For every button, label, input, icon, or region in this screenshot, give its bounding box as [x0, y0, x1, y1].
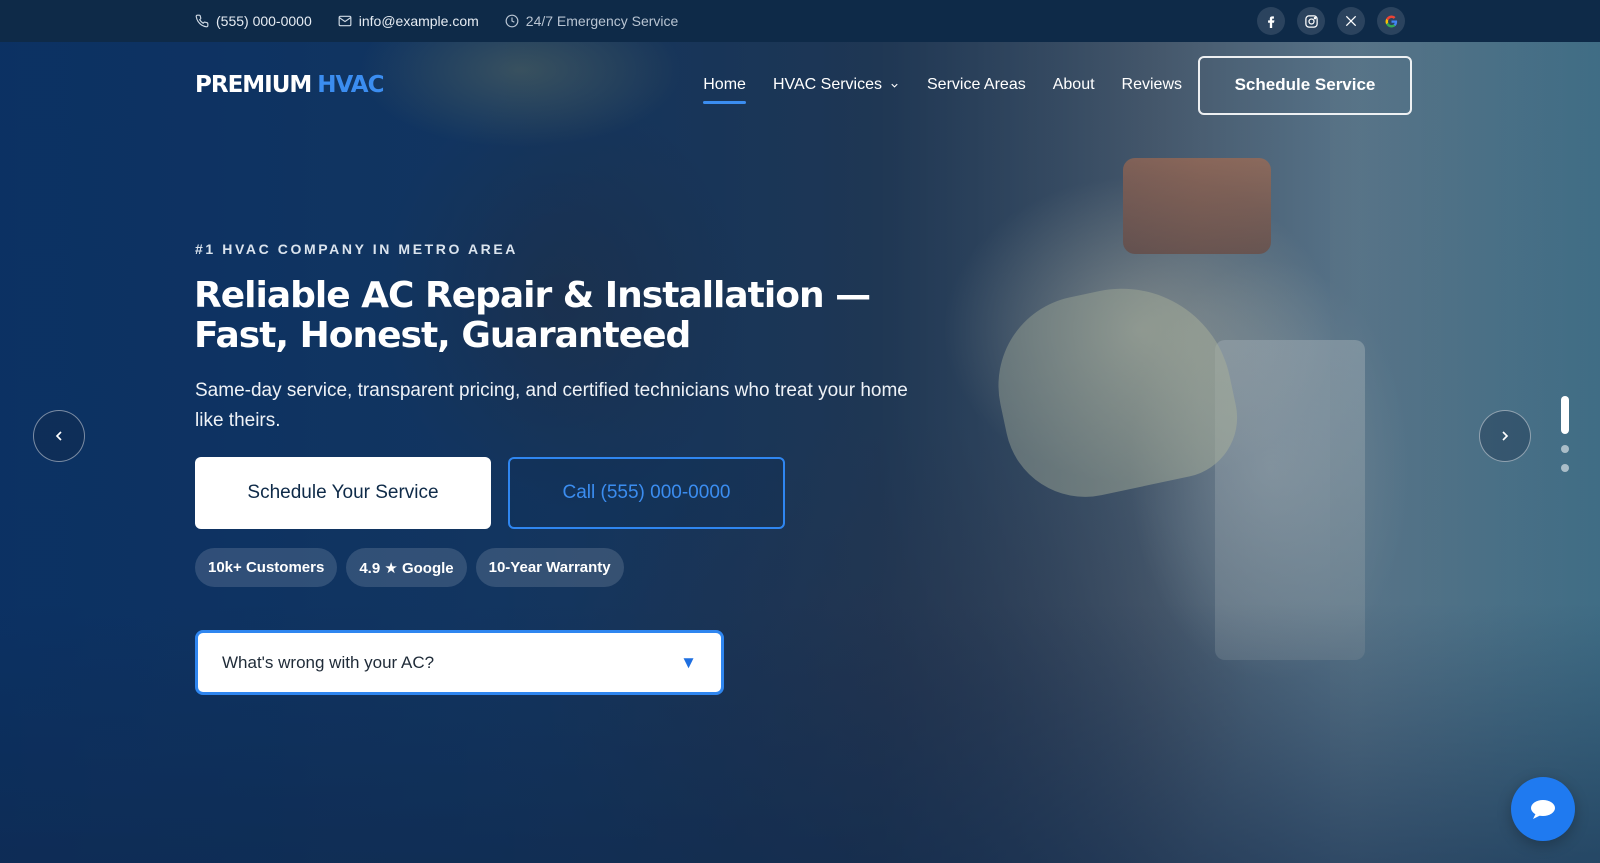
chat-bubble-icon: [1531, 800, 1555, 819]
trust-badges: 10k+ Customers 4.9 ★ Google 10-Year Warr…: [195, 548, 624, 587]
schedule-your-service-button[interactable]: Schedule Your Service: [195, 457, 491, 529]
nav-item-home[interactable]: Home: [703, 76, 746, 104]
carousel-dot-1[interactable]: [1561, 396, 1569, 434]
facebook-icon[interactable]: [1257, 7, 1285, 35]
topbar-email-text: info@example.com: [358, 13, 479, 29]
phone-icon: [195, 14, 209, 28]
nav-item-label: Service Areas: [927, 76, 1026, 93]
topbar-emergency-text: 24/7 Emergency Service: [525, 13, 679, 29]
hero-eyebrow: #1 HVAC COMPANY IN METRO AREA: [195, 241, 519, 257]
nav-item-hvac-services[interactable]: HVAC Services: [773, 76, 900, 94]
nav-item-about[interactable]: About: [1053, 76, 1095, 94]
chevron-right-icon: [1502, 431, 1509, 441]
ac-problem-select[interactable]: What's wrong with your AC? ▼: [195, 630, 724, 695]
hero-headline-line2: Fast, Honest, Guaranteed: [194, 315, 691, 356]
carousel-next-button[interactable]: [1479, 410, 1531, 462]
nav-item-label: Home: [703, 76, 746, 93]
nav-item-reviews[interactable]: Reviews: [1122, 76, 1182, 94]
instagram-icon[interactable]: [1297, 7, 1325, 35]
main-nav: PREMIUM HVAC Home HVAC Services Service A…: [195, 55, 1412, 115]
google-icon[interactable]: [1377, 7, 1405, 35]
logo[interactable]: PREMIUM HVAC: [195, 72, 384, 98]
chevron-down-icon: [891, 83, 898, 88]
topbar-phone-text: (555) 000-0000: [216, 13, 312, 29]
x-icon[interactable]: [1337, 7, 1365, 35]
carousel-prev-button[interactable]: [33, 410, 85, 462]
mail-icon: [338, 15, 352, 27]
topbar-phone[interactable]: (555) 000-0000: [195, 13, 312, 29]
badge-google-rating: 4.9 ★ Google: [346, 548, 467, 587]
logo-accent-text: HVAC: [317, 72, 384, 98]
social-links: [1257, 7, 1405, 35]
carousel-dot-3[interactable]: [1561, 464, 1569, 472]
nav-item-service-areas[interactable]: Service Areas: [927, 76, 1026, 94]
chevron-left-icon: [55, 431, 62, 441]
call-phone-button[interactable]: Call (555) 000-0000: [508, 457, 785, 529]
caret-down-icon: ▼: [680, 652, 697, 672]
carousel-dot-2[interactable]: [1561, 445, 1569, 453]
ac-problem-select-label: What's wrong with your AC?: [222, 652, 435, 672]
topbar-email[interactable]: info@example.com: [338, 13, 479, 29]
hero-subtitle: Same-day service, transparent pricing, a…: [195, 380, 908, 431]
nav-menu: Home HVAC Services Service Areas About R…: [676, 55, 1412, 115]
badge-warranty: 10-Year Warranty: [475, 548, 624, 587]
badge-customers: 10k+ Customers: [195, 548, 338, 587]
hero-headline-line1: Reliable AC Repair & Installation —: [194, 275, 871, 316]
topbar-emergency: 24/7 Emergency Service: [505, 13, 679, 29]
nav-item-label: Reviews: [1121, 76, 1182, 93]
clock-icon: [505, 14, 519, 28]
hero-headline: Reliable AC Repair & Installation — Fast…: [194, 276, 954, 356]
topbar: (555) 000-0000 info@example.com 24/7 Eme…: [0, 0, 1600, 42]
nav-item-label: About: [1052, 76, 1095, 93]
carousel-dots: [1560, 396, 1570, 483]
logo-primary-text: PREMIUM: [195, 72, 312, 98]
chat-button[interactable]: [1511, 777, 1575, 841]
schedule-service-button[interactable]: Schedule Service: [1198, 55, 1412, 115]
nav-item-label: HVAC Services: [772, 76, 882, 93]
